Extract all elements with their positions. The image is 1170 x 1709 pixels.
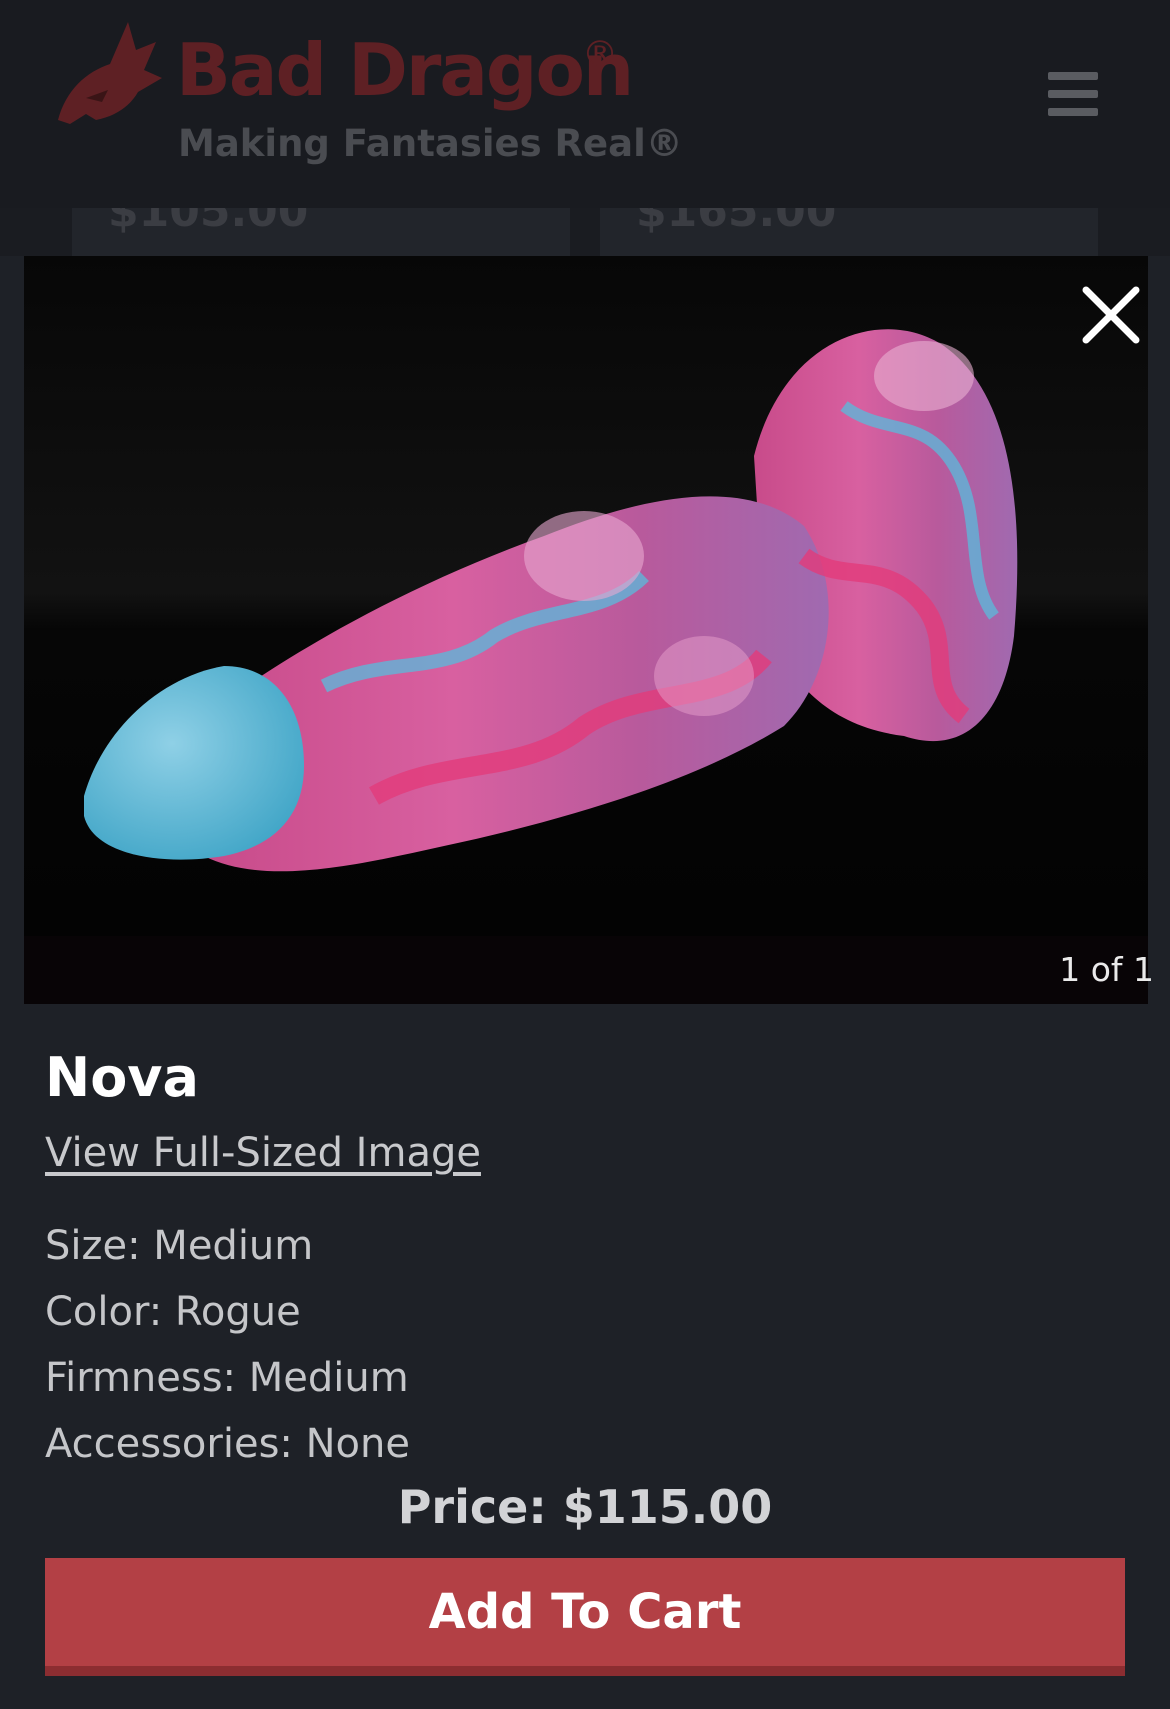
brand-name[interactable]: Bad Dragon — [176, 28, 634, 112]
product-specs: Size: Medium Color: Rogue Firmness: Medi… — [45, 1220, 410, 1484]
dragon-head-icon[interactable] — [56, 20, 164, 126]
image-counter: 1 of 1 — [1059, 950, 1154, 989]
listing-price: $105.00 — [108, 208, 309, 237]
listing-card: $105.00 — [72, 208, 570, 256]
menu-bar — [1048, 90, 1098, 98]
menu-bar — [1048, 108, 1098, 116]
spec-size: Size: Medium — [45, 1223, 314, 1269]
listing-card: $165.00 — [600, 208, 1098, 256]
product-price: Price: $115.00 — [397, 1480, 773, 1534]
spec-color: Color: Rogue — [45, 1289, 301, 1335]
background-listing: $105.00 $165.00 — [0, 208, 1170, 256]
menu-bar — [1048, 72, 1098, 80]
site-header: Bad Dragon ® Making Fantasies Real® — [0, 0, 1170, 208]
product-photo — [24, 256, 1148, 1004]
view-full-image-link[interactable]: View Full-Sized Image — [45, 1130, 481, 1176]
close-icon[interactable] — [1080, 284, 1142, 346]
add-to-cart-button[interactable]: Add To Cart — [45, 1558, 1125, 1676]
spec-accessories: Accessories: None — [45, 1421, 410, 1467]
brand-tagline: Making Fantasies Real® — [178, 122, 683, 165]
product-title: Nova — [45, 1046, 199, 1109]
hamburger-menu-icon[interactable] — [1048, 72, 1098, 116]
listing-price: $165.00 — [636, 208, 837, 237]
product-image[interactable] — [24, 256, 1148, 1004]
registered-mark: ® — [582, 34, 618, 75]
spec-firmness: Firmness: Medium — [45, 1355, 409, 1401]
